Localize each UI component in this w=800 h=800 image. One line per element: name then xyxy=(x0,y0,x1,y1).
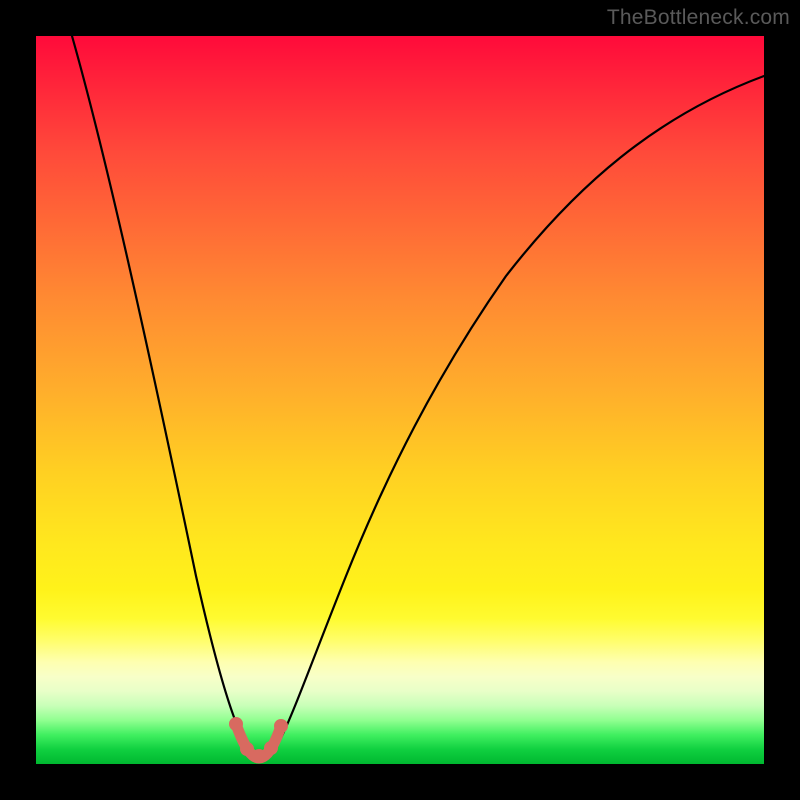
bottleneck-curve xyxy=(72,36,764,757)
plot-area xyxy=(36,36,764,764)
min-marker-right xyxy=(274,719,288,733)
chart-frame: TheBottleneck.com xyxy=(0,0,800,800)
min-marker-center xyxy=(252,749,266,763)
min-marker-midright xyxy=(264,741,278,755)
min-marker-left xyxy=(229,717,243,731)
curve-layer xyxy=(36,36,764,764)
watermark-text: TheBottleneck.com xyxy=(607,6,790,30)
min-marker-midleft xyxy=(240,742,254,756)
